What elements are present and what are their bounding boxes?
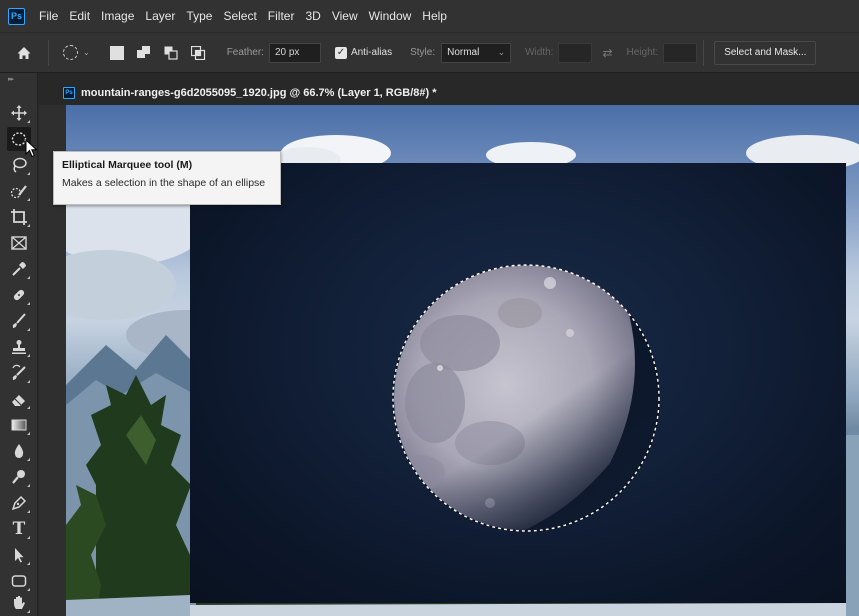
menu-file[interactable]: File [39,9,58,23]
mouse-cursor-icon [25,139,38,158]
brush-tool[interactable] [7,309,31,333]
tool-preset-picker[interactable]: ⌄ [63,45,90,60]
new-selection-button[interactable] [109,45,124,60]
document-tab[interactable]: Ps mountain-ranges-g6d2055095_1920.jpg @… [63,81,437,105]
brush-icon [12,313,26,328]
style-dropdown[interactable]: Normal ⌄ [441,42,512,63]
hand-tool[interactable] [7,591,31,615]
menu-view[interactable]: View [332,9,358,23]
menu-3d[interactable]: 3D [305,9,320,23]
photoshop-logo: Ps [8,7,25,25]
home-icon [17,46,31,59]
quick-selection-icon [10,185,27,199]
shape-tool[interactable] [7,569,31,593]
menu-select[interactable]: Select [223,9,256,23]
path-selection-tool[interactable] [7,543,31,567]
drop-icon [14,444,24,458]
rectangle-icon [11,575,27,587]
eraser-tool[interactable] [7,387,31,411]
height-label: Height: [626,47,659,58]
collapse-panel-icon[interactable]: ▸▸ [8,75,14,83]
moon-image [392,264,660,532]
swap-icon[interactable]: ⇄ [602,46,612,60]
width-input[interactable] [558,42,593,63]
eraser-icon [12,395,25,406]
type-icon: T [12,519,26,539]
menu-help[interactable]: Help [422,9,447,23]
menu-filter[interactable]: Filter [268,9,295,23]
move-tool[interactable] [7,101,31,125]
gradient-icon [11,419,27,431]
history-brush-icon [12,364,26,380]
arrow-icon [15,548,24,563]
feather-input[interactable]: 20 px [268,42,321,63]
menu-window[interactable]: Window [369,9,412,23]
clone-stamp-tool[interactable] [7,335,31,359]
style-value: Normal [447,47,480,58]
stamp-icon [12,340,26,354]
history-brush-tool[interactable] [7,361,31,385]
pen-icon [11,495,27,511]
width-label: Width: [525,47,554,58]
frame-tool[interactable] [7,231,31,255]
chevron-down-icon: ⌄ [497,47,506,57]
menu-image[interactable]: Image [101,9,134,23]
move-icon [11,105,27,121]
eyedropper-icon [12,262,26,276]
gradient-tool[interactable] [7,413,31,437]
intersect-selection-button[interactable] [190,45,205,60]
hand-icon [14,596,25,609]
menu-type[interactable]: Type [186,9,212,23]
tool-tooltip: Elliptical Marquee tool (M) Makes a sele… [53,151,281,205]
dodge-tool[interactable] [7,465,31,489]
document-icon: Ps [63,87,75,99]
tooltip-title: Elliptical Marquee tool (M) [62,159,193,171]
style-label: Style: [410,47,436,58]
crop-icon [11,209,27,225]
dodge-icon [12,470,25,484]
divider [48,39,49,66]
divider [703,39,705,66]
moon-layer[interactable] [190,163,846,603]
eyedropper-tool[interactable] [7,257,31,281]
document-title: mountain-ranges-g6d2055095_1920.jpg @ 66… [81,87,437,99]
subtract-from-selection-button[interactable] [164,46,178,60]
feather-label: Feather: [226,47,264,58]
crop-tool[interactable] [7,205,31,229]
pen-tool[interactable] [7,491,31,515]
menu-bar: Ps File Edit Image Layer Type Select Fil… [0,0,859,32]
blur-tool[interactable] [7,439,31,463]
healing-brush-tool[interactable] [7,283,31,307]
frame-icon [11,236,27,250]
add-to-selection-button[interactable] [136,45,151,60]
menu-edit[interactable]: Edit [69,9,90,23]
antialias-checkbox[interactable]: ✓ [334,46,347,59]
bandage-icon [13,289,25,301]
elliptical-marquee-icon [63,45,78,60]
menu-layer[interactable]: Layer [145,9,175,23]
quick-selection-tool[interactable] [7,179,31,203]
home-button[interactable] [10,39,38,67]
select-and-mask-button[interactable]: Select and Mask... [714,40,817,65]
type-tool[interactable]: T [7,517,31,541]
antialias-label: Anti-alias [350,47,393,58]
chevron-down-icon: ⌄ [83,48,90,57]
tooltip-description: Makes a selection in the shape of an ell… [62,177,266,189]
options-bar: ⌄ Feather: 20 px ✓ Anti-alias Style: Nor… [0,32,859,73]
height-input[interactable] [663,42,698,63]
